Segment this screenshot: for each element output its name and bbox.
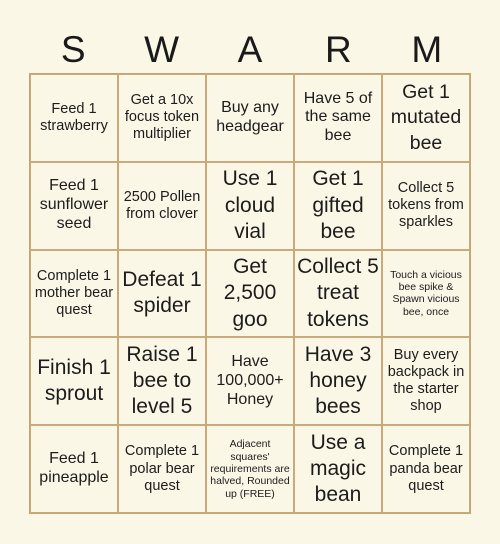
bingo-cell[interactable]: Collect 5 tokens from sparkles <box>382 161 470 250</box>
bingo-cell[interactable]: Have 5 of the same bee <box>294 74 382 162</box>
bingo-cell[interactable]: Get 2,500 goo <box>206 249 294 338</box>
bingo-cell[interactable]: Have 100,000+ Honey <box>206 337 294 426</box>
bingo-cell[interactable]: Use a magic bean <box>294 425 382 513</box>
bingo-cell[interactable]: Complete 1 polar bear quest <box>118 425 206 513</box>
bingo-cell[interactable]: Finish 1 sprout <box>30 337 118 426</box>
bingo-cell[interactable]: Get 1 mutated bee <box>382 74 470 162</box>
bingo-cell[interactable]: Complete 1 panda bear quest <box>382 425 470 513</box>
bingo-cell[interactable]: Feed 1 sunflower seed <box>30 161 118 250</box>
header-letter-s: S <box>60 29 86 70</box>
bingo-cell[interactable]: Use 1 cloud vial <box>206 161 294 250</box>
header-letter-w: W <box>144 29 180 70</box>
header-letter-a: A <box>237 29 263 70</box>
bingo-header: S W A R M <box>29 28 471 72</box>
bingo-cell[interactable]: Raise 1 bee to level 5 <box>118 337 206 426</box>
bingo-cell[interactable]: Complete 1 mother bear quest <box>30 249 118 338</box>
header-letter-m: M <box>411 29 443 70</box>
bingo-cell[interactable]: Collect 5 treat tokens <box>294 249 382 338</box>
bingo-cell[interactable]: Buy any headgear <box>206 74 294 162</box>
bingo-cell-free[interactable]: Adjacent squares' requirements are halve… <box>206 425 294 513</box>
bingo-cell[interactable]: Feed 1 strawberry <box>30 74 118 162</box>
bingo-cell[interactable]: Touch a vicious bee spike & Spawn viciou… <box>382 249 470 338</box>
bingo-cell[interactable]: Have 3 honey bees <box>294 337 382 426</box>
header-letter-r: R <box>325 29 352 70</box>
bingo-cell[interactable]: 2500 Pollen from clover <box>118 161 206 250</box>
bingo-cell[interactable]: Feed 1 pineapple <box>30 425 118 513</box>
bingo-grid: Feed 1 strawberry Get a 10x focus token … <box>29 73 471 514</box>
bingo-cell[interactable]: Get a 10x focus token multiplier <box>118 74 206 162</box>
bingo-cell[interactable]: Get 1 gifted bee <box>294 161 382 250</box>
bingo-cell[interactable]: Buy every backpack in the starter shop <box>382 337 470 426</box>
bingo-cell[interactable]: Defeat 1 spider <box>118 249 206 338</box>
